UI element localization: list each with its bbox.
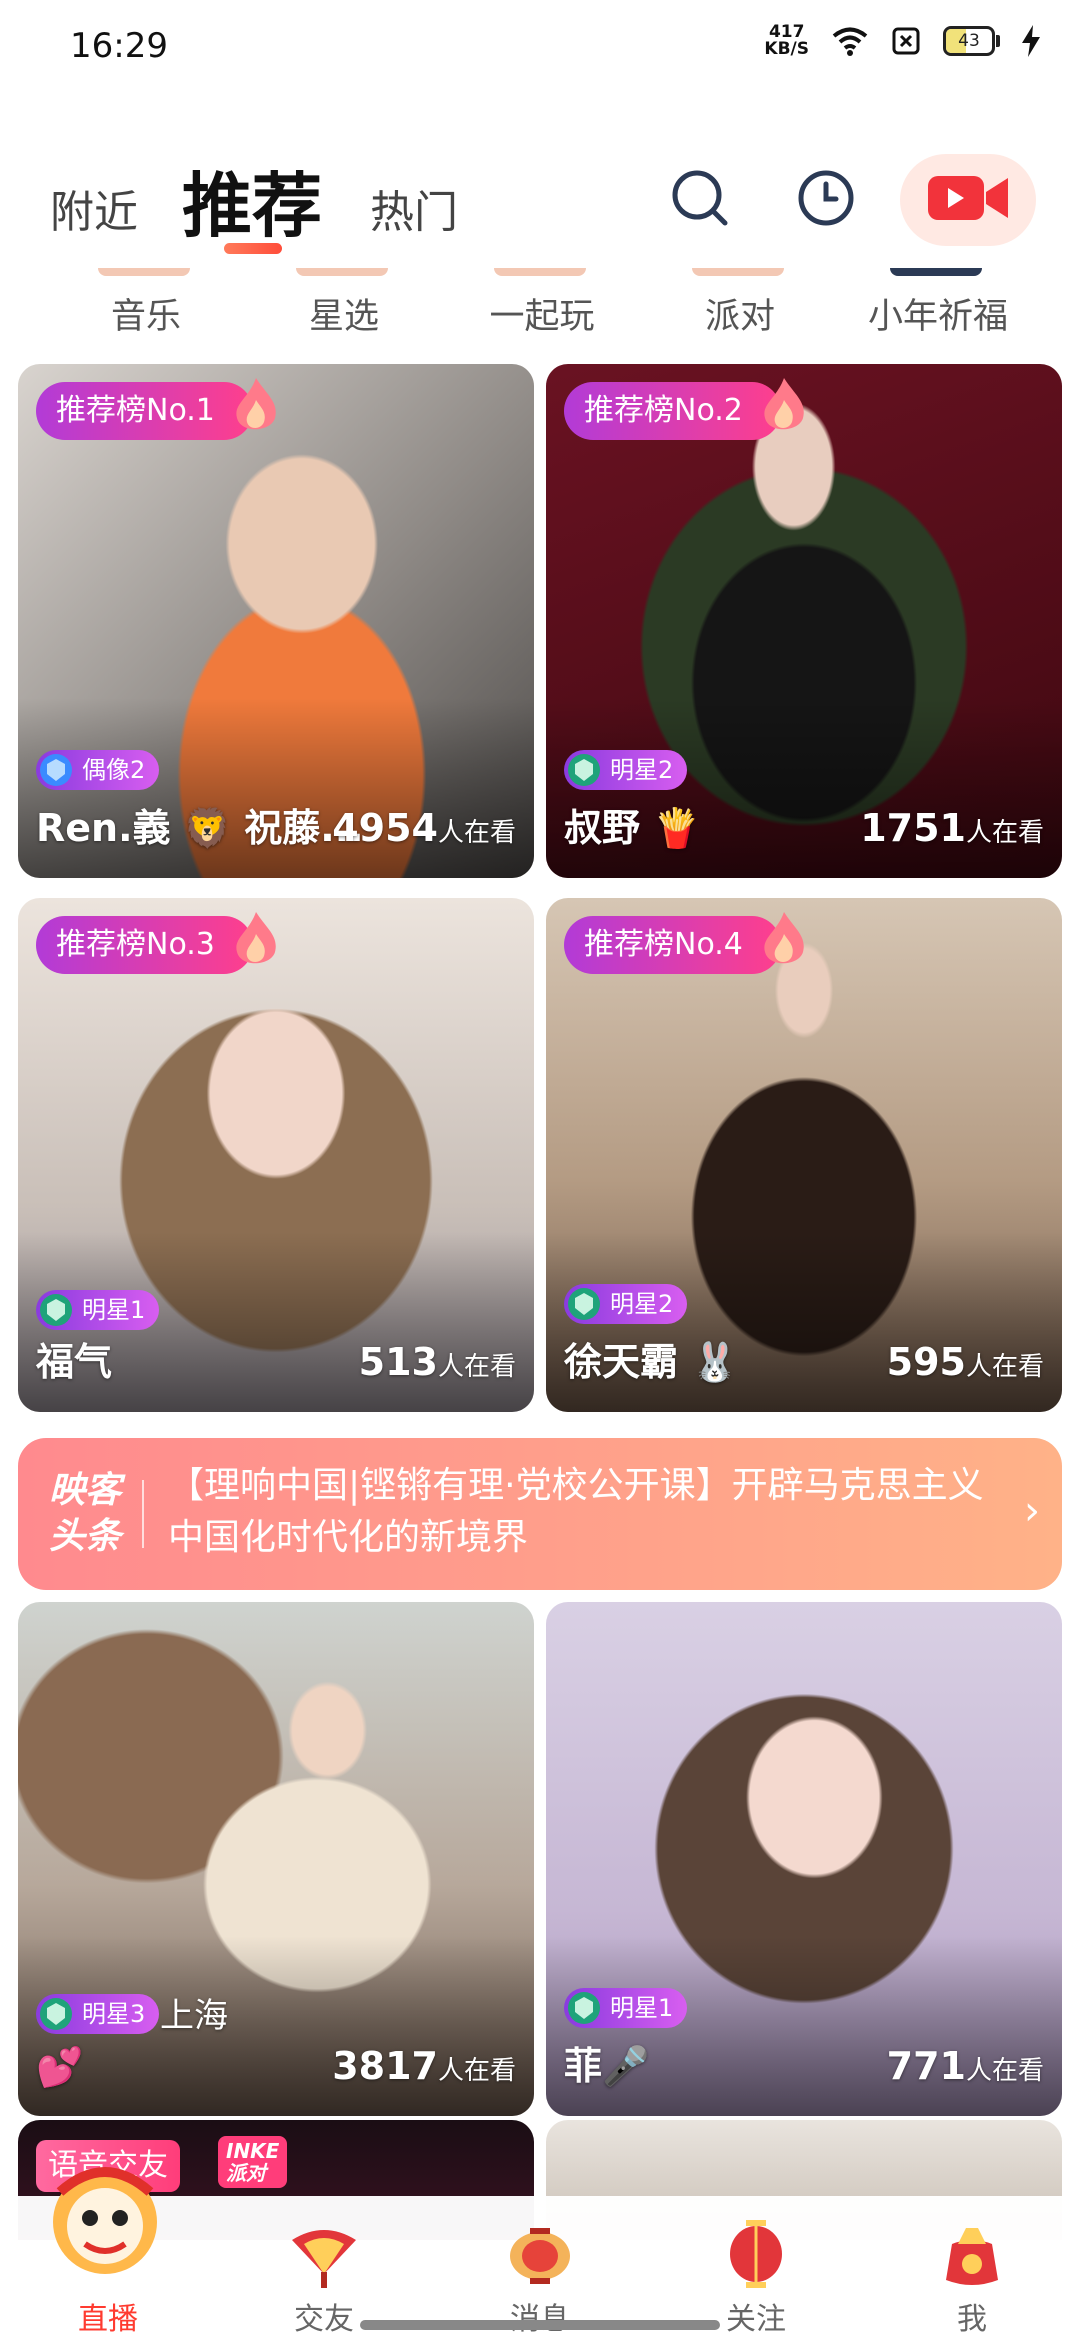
rank-badge: 推荐榜No.4	[564, 912, 804, 974]
go-live-button[interactable]	[900, 154, 1036, 246]
network-speed-unit: KB/S	[764, 39, 809, 59]
live-room-card[interactable]: 推荐榜No.4 明星2 徐天霸 🐰 595人在看	[546, 898, 1062, 1412]
nav-friends[interactable]: 交友	[216, 2196, 432, 2340]
nav-label: 消息	[432, 2294, 648, 2338]
flame-icon	[236, 912, 276, 964]
nav-label: 我	[957, 2302, 987, 2337]
anchor-name: 叔野 🍟	[564, 806, 701, 850]
tab-nearby[interactable]: 附近	[50, 176, 138, 240]
nav-following[interactable]: 关注	[648, 2196, 864, 2340]
nav-label: 关注	[726, 2302, 786, 2337]
search-icon	[668, 166, 732, 234]
live-room-card[interactable]: 推荐榜No.2 明星2 叔野 🍟 1751人在看	[546, 364, 1062, 878]
tab-recommend[interactable]: 推荐	[182, 150, 322, 251]
category-music[interactable]: 音乐	[46, 288, 246, 339]
network-speed: 417 KB/S	[764, 24, 809, 58]
level-shield-icon	[568, 1288, 600, 1320]
charging-icon	[1022, 25, 1040, 57]
status-bar: 16:29 417 KB/S 43	[0, 0, 1080, 96]
news-divider	[142, 1480, 144, 1548]
category-new-year-blessing[interactable]: 小年祈福	[838, 288, 1038, 339]
level-badge: 明星3	[36, 1994, 160, 2034]
live-room-card[interactable]: 推荐榜No.1 偶像2 Ren.義 🦁 祝藤... 4954人在看	[18, 364, 534, 878]
level-shield-icon	[40, 1294, 72, 1326]
anchor-name: 💕	[36, 2045, 84, 2089]
live-room-card[interactable]: 推荐榜No.3 明星1 福气 513人在看	[18, 898, 534, 1412]
history-button[interactable]	[786, 160, 866, 240]
inke-party-badge: INKE 派对	[218, 2136, 288, 2188]
category-decoration	[494, 268, 586, 276]
rank-badge: 推荐榜No.1	[36, 378, 276, 440]
news-headline: 【理响中国|铿锵有理·党校公开课】开辟马克思主义中国化时代化的新境界	[168, 1465, 984, 1558]
sim-icon	[891, 26, 921, 56]
lantern-icon	[510, 2228, 570, 2284]
flame-icon	[764, 378, 804, 430]
lion-dance-icon	[53, 2167, 157, 2274]
battery-level: 43	[958, 31, 980, 51]
viewer-count: 513人在看	[358, 1340, 516, 1384]
rank-badge: 推荐榜No.3	[36, 912, 276, 974]
nav-label: 直播	[78, 2302, 138, 2337]
rank-badge: 推荐榜No.2	[564, 378, 804, 440]
wifi-icon	[831, 26, 869, 56]
status-time: 16:29	[70, 26, 168, 66]
nav-messages[interactable]: 消息	[432, 2196, 648, 2340]
video-camera-icon	[926, 170, 1010, 230]
viewer-count: 4954人在看	[332, 806, 516, 850]
level-badge: 偶像2	[36, 750, 160, 790]
anchor-name: Ren.義 🦁 祝藤...	[36, 806, 364, 850]
anchor-name: 福气	[36, 1340, 113, 1384]
level-badge: 明星2	[564, 1284, 688, 1324]
live-room-card[interactable]: 明星3 上海 💕 3817人在看	[18, 1602, 534, 2116]
flame-icon	[764, 912, 804, 964]
category-party[interactable]: 派对	[640, 288, 840, 339]
lucky-bag-icon	[946, 2228, 998, 2285]
top-nav: 附近 推荐 热门	[0, 140, 1080, 270]
category-decoration	[692, 268, 784, 276]
category-play-together[interactable]: 一起玩	[442, 288, 642, 339]
news-banner[interactable]: 映客 头条 【理响中国|铿锵有理·党校公开课】开辟马克思主义中国化时代化的新境界…	[18, 1438, 1062, 1590]
history-icon	[794, 166, 858, 234]
fan-icon	[292, 2230, 356, 2288]
category-row: 音乐 星选 一起玩 派对 小年祈福	[0, 268, 1080, 348]
category-decoration	[890, 268, 982, 276]
viewer-count: 595人在看	[886, 1340, 1044, 1384]
bottom-nav: 直播 交友 消息 关注 我	[0, 2167, 1080, 2340]
viewer-count: 3817人在看	[332, 2044, 516, 2088]
chevron-right-icon: ›	[1024, 1488, 1040, 1534]
viewer-count: 1751人在看	[860, 806, 1044, 850]
level-badge: 明星2	[564, 750, 688, 790]
category-decoration	[98, 268, 190, 276]
level-badge: 明星1	[564, 1988, 688, 2028]
category-star-select[interactable]: 星选	[244, 288, 444, 339]
category-decoration	[296, 268, 388, 276]
red-lantern-icon	[730, 2220, 782, 2288]
city-label: 上海	[160, 1996, 228, 2036]
anchor-name: 徐天霸 🐰	[564, 1340, 739, 1384]
level-shield-icon	[40, 754, 72, 786]
flame-icon	[236, 378, 276, 430]
home-indicator[interactable]	[360, 2320, 720, 2330]
search-button[interactable]	[660, 160, 740, 240]
viewer-count: 771人在看	[886, 2044, 1044, 2088]
level-badge: 明星1	[36, 1290, 160, 1330]
nav-me[interactable]: 我	[864, 2196, 1080, 2340]
nav-live[interactable]: 直播	[0, 2167, 216, 2340]
active-tab-indicator	[224, 243, 282, 254]
level-shield-icon	[568, 754, 600, 786]
news-logo: 映客 头条	[48, 1470, 121, 1557]
status-icons: 417 KB/S 43	[764, 24, 1040, 58]
nav-label: 交友	[294, 2302, 354, 2337]
live-room-card[interactable]: 明星1 菲🎤 771人在看	[546, 1602, 1062, 2116]
tab-hot[interactable]: 热门	[370, 176, 458, 240]
battery-icon: 43	[943, 26, 1000, 56]
anchor-name: 菲🎤	[564, 2044, 650, 2088]
level-shield-icon	[40, 1998, 72, 2030]
level-shield-icon	[568, 1992, 600, 2024]
